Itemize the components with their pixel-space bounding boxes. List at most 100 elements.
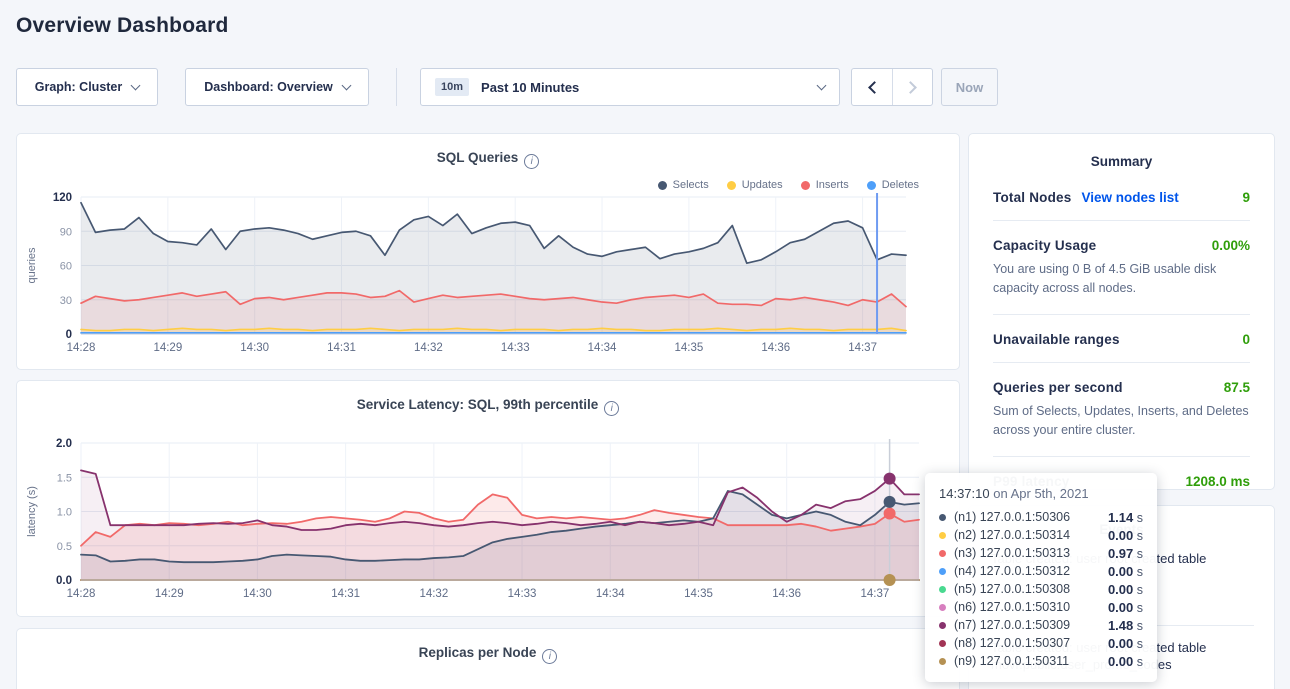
tooltip-node-row: (n7) 127.0.0.1:503091.48 s bbox=[939, 616, 1143, 634]
svg-text:14:31: 14:31 bbox=[327, 342, 356, 354]
total-nodes-row: Total Nodes View nodes list 9 bbox=[993, 173, 1250, 221]
tooltip-node-label: (n7) 127.0.0.1:50309 bbox=[954, 618, 1108, 632]
tooltip-node-row: (n5) 127.0.0.1:503080.00 s bbox=[939, 580, 1143, 598]
chevron-down-icon bbox=[341, 80, 351, 90]
node-color-dot-icon bbox=[939, 640, 946, 647]
time-range-picker[interactable]: 10m Past 10 Minutes bbox=[420, 68, 840, 106]
node-color-dot-icon bbox=[939, 550, 946, 557]
svg-text:0.5: 0.5 bbox=[57, 541, 72, 553]
svg-text:latency (s): latency (s) bbox=[26, 486, 38, 537]
svg-text:90: 90 bbox=[60, 226, 72, 238]
time-range-label: Past 10 Minutes bbox=[481, 80, 808, 95]
graph-dropdown[interactable]: Graph: Cluster bbox=[16, 68, 158, 106]
node-color-dot-icon bbox=[939, 568, 946, 575]
tooltip-node-label: (n2) 127.0.0.1:50314 bbox=[954, 528, 1108, 542]
queries-per-second-label: Queries per second bbox=[993, 380, 1123, 395]
queries-per-second-caption: Sum of Selects, Updates, Inserts, and De… bbox=[993, 402, 1250, 441]
node-color-dot-icon bbox=[939, 604, 946, 611]
replicas-per-node-panel: Replicas per Nodei bbox=[16, 628, 960, 689]
node-color-dot-icon bbox=[939, 514, 946, 521]
svg-text:30: 30 bbox=[60, 295, 72, 307]
svg-text:14:35: 14:35 bbox=[684, 588, 713, 600]
capacity-usage-label: Capacity Usage bbox=[993, 238, 1096, 253]
tooltip-node-label: (n9) 127.0.0.1:50311 bbox=[954, 654, 1108, 668]
svg-text:14:31: 14:31 bbox=[331, 588, 360, 600]
dashboard-dropdown[interactable]: Dashboard: Overview bbox=[185, 68, 369, 106]
p99-latency-value: 1208.0 ms bbox=[1185, 474, 1250, 489]
tooltip-node-value: 1.48 s bbox=[1108, 618, 1143, 633]
chevron-down-icon bbox=[817, 80, 827, 90]
replicas-per-node-title: Replicas per Nodei bbox=[17, 629, 959, 664]
svg-text:14:29: 14:29 bbox=[155, 588, 184, 600]
service-latency-panel: Service Latency: SQL, 99th percentilei 0… bbox=[16, 380, 960, 617]
service-latency-title: Service Latency: SQL, 99th percentilei bbox=[17, 381, 959, 416]
svg-text:14:28: 14:28 bbox=[67, 588, 96, 600]
tooltip-node-value: 1.14 s bbox=[1108, 510, 1143, 525]
svg-text:1.0: 1.0 bbox=[57, 507, 72, 519]
tooltip-node-label: (n3) 127.0.0.1:50313 bbox=[954, 546, 1108, 560]
svg-text:0: 0 bbox=[66, 329, 72, 341]
svg-text:14:34: 14:34 bbox=[588, 342, 617, 354]
tooltip-node-label: (n5) 127.0.0.1:50308 bbox=[954, 582, 1108, 596]
graph-dropdown-label: Graph: Cluster bbox=[35, 80, 123, 94]
time-prev-button[interactable] bbox=[852, 69, 892, 105]
unavailable-ranges-label: Unavailable ranges bbox=[993, 332, 1120, 347]
capacity-usage-row: Capacity Usage 0.00% You are using 0 B o… bbox=[993, 221, 1250, 315]
svg-text:14:37: 14:37 bbox=[861, 588, 890, 600]
tooltip-node-value: 0.00 s bbox=[1108, 600, 1143, 615]
svg-text:queries: queries bbox=[26, 247, 38, 284]
sql-queries-chart[interactable]: 030609012014:2814:2914:3014:3114:3214:33… bbox=[17, 186, 961, 358]
tooltip-node-value: 0.00 s bbox=[1108, 528, 1143, 543]
svg-text:120: 120 bbox=[53, 192, 72, 204]
svg-text:14:33: 14:33 bbox=[508, 588, 537, 600]
tooltip-node-row: (n2) 127.0.0.1:503140.00 s bbox=[939, 526, 1143, 544]
node-color-dot-icon bbox=[939, 622, 946, 629]
svg-text:14:36: 14:36 bbox=[772, 588, 801, 600]
now-button-label: Now bbox=[956, 80, 983, 95]
tooltip-node-value: 0.00 s bbox=[1108, 636, 1143, 651]
time-nav-group bbox=[851, 68, 933, 106]
page-title: Overview Dashboard bbox=[16, 14, 229, 38]
tooltip-node-row: (n6) 127.0.0.1:503100.00 s bbox=[939, 598, 1143, 616]
tooltip-node-row: (n3) 127.0.0.1:503130.97 s bbox=[939, 544, 1143, 562]
service-latency-chart[interactable]: 0.00.51.01.52.014:2814:2914:3014:3114:32… bbox=[17, 429, 961, 601]
queries-per-second-value: 87.5 bbox=[1224, 380, 1250, 395]
total-nodes-label: Total Nodes bbox=[993, 190, 1071, 205]
info-icon[interactable]: i bbox=[604, 401, 619, 416]
svg-text:14:37: 14:37 bbox=[848, 342, 877, 354]
tooltip-node-row: (n4) 127.0.0.1:503120.00 s bbox=[939, 562, 1143, 580]
tooltip-node-label: (n1) 127.0.0.1:50306 bbox=[954, 510, 1108, 524]
view-nodes-list-link[interactable]: View nodes list bbox=[1081, 190, 1178, 205]
svg-text:14:33: 14:33 bbox=[501, 342, 530, 354]
chart-hover-tooltip: 14:37:10 on Apr 5th, 2021 (n1) 127.0.0.1… bbox=[925, 473, 1157, 682]
tooltip-node-value: 0.00 s bbox=[1108, 564, 1143, 579]
time-next-button[interactable] bbox=[892, 69, 932, 105]
svg-text:1.5: 1.5 bbox=[57, 472, 72, 484]
unavailable-ranges-row: Unavailable ranges 0 bbox=[993, 315, 1250, 363]
svg-text:14:32: 14:32 bbox=[414, 342, 443, 354]
capacity-usage-caption: You are using 0 B of 4.5 GiB usable disk… bbox=[993, 260, 1250, 299]
total-nodes-value: 9 bbox=[1242, 190, 1250, 205]
tooltip-node-label: (n6) 127.0.0.1:50310 bbox=[954, 600, 1108, 614]
tooltip-node-row: (n1) 127.0.0.1:503061.14 s bbox=[939, 508, 1143, 526]
tooltip-node-value: 0.00 s bbox=[1108, 654, 1143, 669]
chevron-left-icon bbox=[868, 81, 881, 94]
tooltip-node-label: (n4) 127.0.0.1:50312 bbox=[954, 564, 1108, 578]
summary-panel: Summary Total Nodes View nodes list 9 Ca… bbox=[968, 133, 1275, 490]
svg-text:14:30: 14:30 bbox=[240, 342, 269, 354]
queries-per-second-row: Queries per second 87.5 Sum of Selects, … bbox=[993, 363, 1250, 457]
info-icon[interactable]: i bbox=[542, 649, 557, 664]
info-icon[interactable]: i bbox=[524, 154, 539, 169]
node-color-dot-icon bbox=[939, 532, 946, 539]
node-color-dot-icon bbox=[939, 658, 946, 665]
svg-text:14:32: 14:32 bbox=[419, 588, 448, 600]
node-color-dot-icon bbox=[939, 586, 946, 593]
svg-text:2.0: 2.0 bbox=[56, 438, 72, 450]
svg-text:14:34: 14:34 bbox=[596, 588, 625, 600]
chevron-right-icon bbox=[904, 81, 917, 94]
dashboard-dropdown-label: Dashboard: Overview bbox=[204, 80, 333, 94]
summary-header: Summary bbox=[969, 134, 1274, 173]
svg-text:60: 60 bbox=[60, 261, 72, 273]
capacity-usage-value: 0.00% bbox=[1212, 238, 1250, 253]
now-button[interactable]: Now bbox=[941, 68, 998, 106]
